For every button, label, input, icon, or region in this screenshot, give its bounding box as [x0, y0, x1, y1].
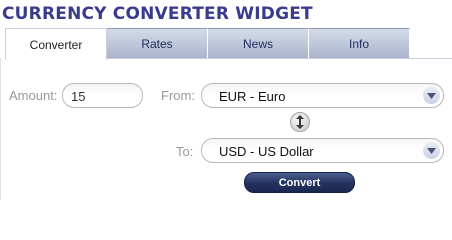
- from-currency-select[interactable]: EUR - Euro: [201, 83, 444, 108]
- amount-input[interactable]: 15: [62, 83, 143, 108]
- active-tab-gap: [6, 58, 106, 59]
- tab-news[interactable]: News: [208, 28, 309, 59]
- convert-button[interactable]: Convert: [244, 172, 355, 193]
- tab-rates[interactable]: Rates: [107, 28, 208, 59]
- chevron-down-icon[interactable]: [423, 87, 440, 104]
- panel-border: [0, 58, 1, 200]
- to-currency-select[interactable]: USD - US Dollar: [201, 138, 444, 163]
- tab-info[interactable]: Info: [309, 28, 410, 59]
- swap-vertical-icon[interactable]: [290, 112, 310, 132]
- tab-converter[interactable]: Converter: [5, 28, 107, 60]
- to-label: To:: [176, 144, 194, 159]
- to-currency-value: USD - US Dollar: [219, 144, 314, 159]
- chevron-down-icon[interactable]: [423, 142, 440, 159]
- tab-bar: Converter Rates News Info: [5, 28, 412, 60]
- from-currency-value: EUR - Euro: [219, 89, 286, 104]
- widget-title: CURRENCY CONVERTER WIDGET: [2, 4, 313, 24]
- amount-label: Amount:: [9, 88, 58, 103]
- from-label: From:: [161, 88, 195, 103]
